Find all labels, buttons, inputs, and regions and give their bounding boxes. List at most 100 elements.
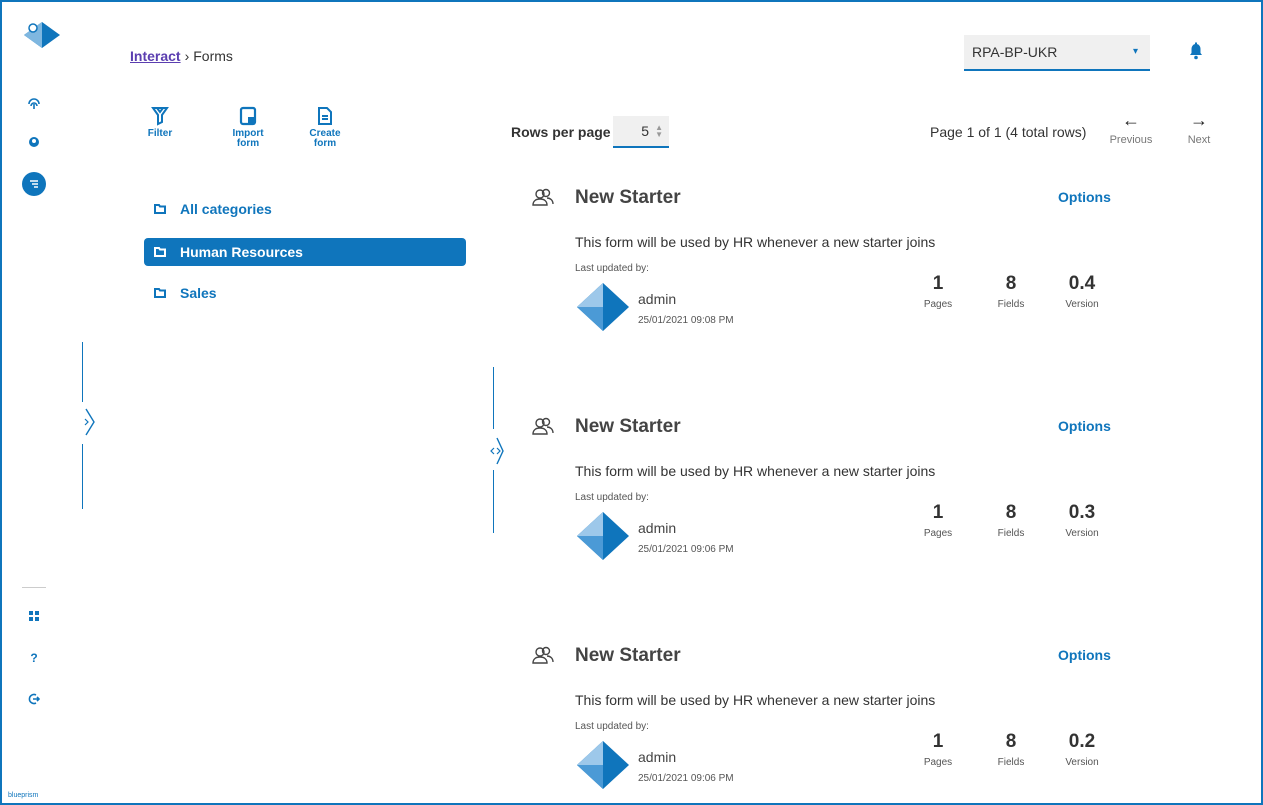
filter-label: Filter bbox=[147, 128, 173, 139]
stat-version: 0.2 Version bbox=[1052, 731, 1112, 768]
last-updated-label: Last updated by: bbox=[575, 263, 649, 274]
brand-label: blueprism bbox=[8, 792, 39, 799]
app-logo-icon[interactable] bbox=[22, 20, 62, 55]
sign-out-icon[interactable] bbox=[24, 689, 44, 709]
stat-version-label: Version bbox=[1065, 528, 1099, 539]
form-updated-user: admin bbox=[638, 291, 677, 307]
arrow-right-icon: → bbox=[1190, 110, 1208, 130]
last-updated-label: Last updated by: bbox=[575, 492, 649, 503]
form-title[interactable]: New Starter bbox=[575, 645, 681, 667]
form-description: This form will be used by HR whenever a … bbox=[575, 463, 936, 479]
import-form-icon bbox=[239, 106, 257, 126]
form-updated-user: admin bbox=[638, 520, 677, 536]
stat-fields-label: Fields bbox=[997, 528, 1025, 539]
forms-nav-icon[interactable] bbox=[22, 172, 46, 196]
form-card: New Starter Options This form will be us… bbox=[532, 416, 1132, 586]
category-sales[interactable]: Sales bbox=[144, 279, 466, 307]
folder-icon bbox=[154, 288, 166, 298]
last-updated-label: Last updated by: bbox=[575, 721, 649, 732]
stat-pages-value: 1 bbox=[932, 502, 944, 523]
stat-version-value: 0.2 bbox=[1068, 731, 1096, 752]
next-button[interactable]: → Next bbox=[1174, 110, 1224, 146]
avatar bbox=[577, 741, 629, 789]
collapse-categories-handle[interactable] bbox=[489, 436, 505, 466]
grid-icon[interactable] bbox=[24, 606, 44, 626]
stat-pages-value: 1 bbox=[932, 731, 944, 752]
stat-pages: 1 Pages bbox=[908, 273, 968, 310]
form-updated-date: 25/01/2021 09:06 PM bbox=[638, 773, 734, 784]
folder-icon bbox=[154, 247, 166, 257]
notification-bell-icon[interactable] bbox=[1188, 42, 1204, 60]
fingerprint-icon[interactable] bbox=[24, 94, 44, 114]
form-title[interactable]: New Starter bbox=[575, 187, 681, 209]
next-label: Next bbox=[1187, 134, 1211, 146]
stat-version-label: Version bbox=[1065, 757, 1099, 768]
rows-per-page-label: Rows per page bbox=[511, 124, 611, 140]
category-label: All categories bbox=[180, 201, 272, 217]
stepper-icon[interactable]: ▲ ▼ bbox=[655, 124, 663, 139]
nav-rail: ? blueprism bbox=[2, 2, 66, 803]
user-shield-icon[interactable] bbox=[24, 132, 44, 152]
app-frame: ? blueprism Interact › Forms RPA-BP-UKR ▾ … bbox=[0, 0, 1263, 805]
people-icon bbox=[532, 417, 554, 435]
expand-nav-handle[interactable] bbox=[82, 407, 98, 437]
stat-fields-value: 8 bbox=[1005, 273, 1017, 294]
page-info: Page 1 of 1 (4 total rows) bbox=[930, 124, 1087, 140]
chevron-down-icon: ▾ bbox=[1132, 46, 1138, 57]
stat-fields-value: 8 bbox=[1005, 731, 1017, 752]
stat-version: 0.3 Version bbox=[1052, 502, 1112, 539]
handle-line-bottom bbox=[82, 444, 83, 509]
handle-line-top bbox=[82, 342, 83, 402]
import-form-button[interactable]: Import form bbox=[220, 106, 276, 149]
environment-selected-value: RPA-BP-UKR bbox=[972, 44, 1058, 60]
import-form-label: Import form bbox=[232, 128, 264, 149]
people-icon bbox=[532, 646, 554, 664]
breadcrumb: Interact › Forms bbox=[130, 48, 233, 64]
avatar bbox=[577, 283, 629, 331]
rows-per-page-input[interactable]: 5 ▲ ▼ bbox=[613, 116, 669, 148]
form-options-link[interactable]: Options bbox=[1058, 647, 1111, 663]
stat-fields: 8 Fields bbox=[981, 273, 1041, 310]
people-icon bbox=[532, 188, 554, 206]
previous-label: Previous bbox=[1109, 134, 1153, 146]
stat-pages: 1 Pages bbox=[908, 731, 968, 768]
category-label: Human Resources bbox=[180, 244, 303, 260]
form-updated-date: 25/01/2021 09:06 PM bbox=[638, 544, 734, 555]
form-description: This form will be used by HR whenever a … bbox=[575, 234, 936, 250]
breadcrumb-separator: › bbox=[184, 48, 190, 64]
filter-icon bbox=[151, 107, 169, 126]
form-options-link[interactable]: Options bbox=[1058, 189, 1111, 205]
stat-pages-label: Pages bbox=[923, 757, 953, 768]
stat-fields: 8 Fields bbox=[981, 502, 1041, 539]
stat-fields-label: Fields bbox=[997, 757, 1025, 768]
form-updated-date: 25/01/2021 09:08 PM bbox=[638, 315, 734, 326]
form-options-link[interactable]: Options bbox=[1058, 418, 1111, 434]
form-description: This form will be used by HR whenever a … bbox=[575, 692, 936, 708]
rows-per-page-value: 5 bbox=[641, 123, 649, 139]
stat-version: 0.4 Version bbox=[1052, 273, 1112, 310]
form-updated-user: admin bbox=[638, 749, 677, 765]
arrow-left-icon: ← bbox=[1122, 110, 1140, 130]
form-title[interactable]: New Starter bbox=[575, 416, 681, 438]
stat-pages-value: 1 bbox=[932, 273, 944, 294]
folder-icon bbox=[154, 204, 166, 214]
stat-version-value: 0.3 bbox=[1068, 502, 1096, 523]
category-human-resources[interactable]: Human Resources bbox=[144, 238, 466, 266]
stat-fields-value: 8 bbox=[1005, 502, 1017, 523]
rail-divider bbox=[22, 587, 46, 588]
category-label: Sales bbox=[180, 285, 217, 301]
environment-select[interactable]: RPA-BP-UKR ▾ bbox=[964, 35, 1150, 71]
stat-pages-label: Pages bbox=[923, 528, 953, 539]
create-form-button[interactable]: Create form bbox=[297, 106, 353, 149]
filter-button[interactable]: Filter bbox=[132, 106, 188, 139]
mid-handle-line-top bbox=[493, 367, 494, 429]
help-icon[interactable]: ? bbox=[24, 648, 44, 668]
breadcrumb-root-link[interactable]: Interact bbox=[130, 48, 181, 64]
form-card: New Starter Options This form will be us… bbox=[532, 645, 1132, 803]
breadcrumb-current: Forms bbox=[193, 48, 233, 64]
avatar bbox=[577, 512, 629, 560]
previous-button[interactable]: ← Previous bbox=[1106, 110, 1156, 146]
create-form-label: Create form bbox=[309, 128, 341, 149]
stat-version-label: Version bbox=[1065, 299, 1099, 310]
category-all[interactable]: All categories bbox=[144, 195, 466, 223]
